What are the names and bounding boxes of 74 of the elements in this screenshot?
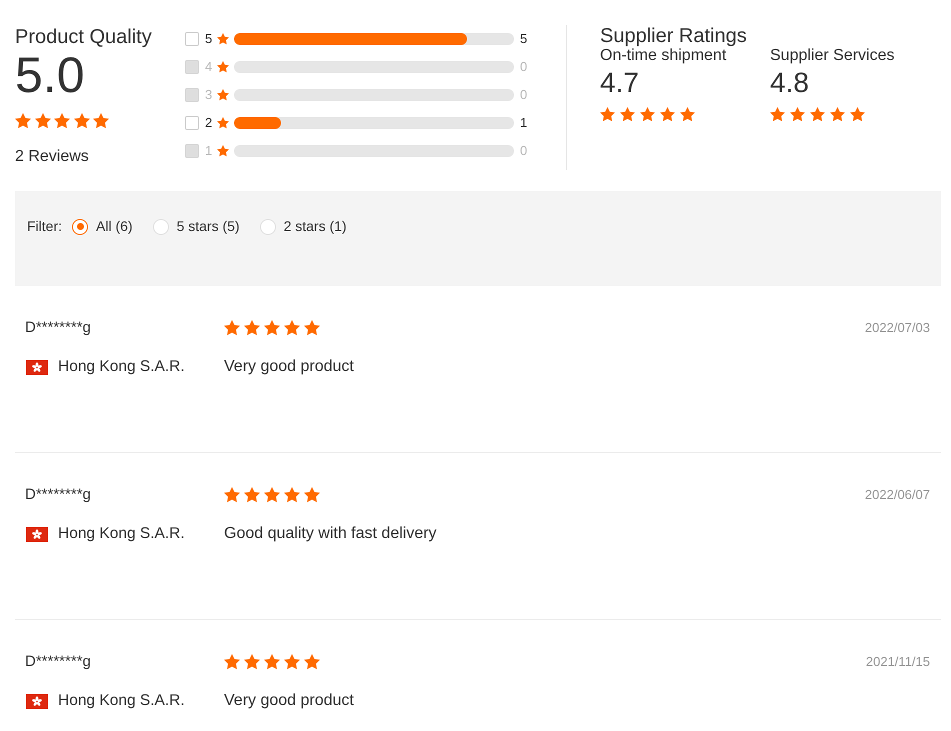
flag-icon xyxy=(26,526,48,542)
rating-count: 0 xyxy=(520,59,528,75)
star-icon xyxy=(850,107,865,122)
star-icon xyxy=(217,117,229,129)
star-level-label: 4 xyxy=(205,59,213,75)
country-name: Hong Kong S.A.R. xyxy=(58,691,185,711)
star-icon xyxy=(217,33,229,45)
star-icon xyxy=(284,320,300,336)
flag-icon xyxy=(26,694,48,708)
star-icon xyxy=(680,107,695,122)
star-icon xyxy=(74,113,90,128)
star-icon xyxy=(217,89,229,101)
star-icon xyxy=(217,61,229,73)
star-icon xyxy=(264,320,280,336)
score-value: 5.0 xyxy=(15,50,85,100)
rating-count: 0 xyxy=(520,143,528,159)
star-icon xyxy=(640,107,655,122)
star-icon xyxy=(244,487,260,503)
review-comment: Very good product xyxy=(224,691,354,711)
star-icon xyxy=(264,654,280,670)
rating-label: Supplier Services xyxy=(770,48,894,64)
reviewer-name: D********g xyxy=(25,486,91,504)
score-value: 4.7 xyxy=(600,67,639,99)
rating-count: 5 xyxy=(520,31,528,47)
star-icon xyxy=(34,113,50,128)
star-icon xyxy=(244,654,260,670)
review-comment: Good quality with fast delivery xyxy=(224,524,437,544)
star-icon xyxy=(790,107,805,122)
star-level-label: 1 xyxy=(205,143,213,159)
star-icon xyxy=(264,487,280,503)
section-title: Product Quality xyxy=(15,25,152,49)
filter-label: Filter: xyxy=(27,218,62,235)
star-icon xyxy=(284,487,300,503)
star-icon xyxy=(304,320,320,336)
star-icon xyxy=(224,320,240,336)
checkbox[interactable] xyxy=(185,32,199,46)
filter-option[interactable]: 2 stars (1) xyxy=(260,218,347,235)
star-icon xyxy=(810,107,825,122)
review-date: 2022/06/07 xyxy=(864,487,930,503)
star-level-label: 3 xyxy=(205,87,213,103)
checkbox[interactable] xyxy=(185,116,199,130)
reviewer-name: D********g xyxy=(25,319,91,337)
star-icon xyxy=(620,107,635,122)
star-icon xyxy=(304,654,320,670)
reviewer-name: D********g xyxy=(25,653,91,671)
star-level-label: 2 xyxy=(205,115,213,131)
score-value: 4.8 xyxy=(770,67,809,99)
star-level-label: 5 xyxy=(205,31,213,47)
review-date: 2021/11/15 xyxy=(866,654,930,670)
star-icon xyxy=(830,107,845,122)
star-icon xyxy=(224,654,240,670)
filter-option[interactable]: 5 stars (5) xyxy=(152,218,240,235)
star-icon xyxy=(770,107,785,122)
section-title: Supplier Ratings xyxy=(600,25,747,47)
flag-icon xyxy=(26,360,48,374)
country-name: Hong Kong S.A.R. xyxy=(58,524,185,544)
rating-label: On-time shipment xyxy=(600,48,726,64)
rating-count: 0 xyxy=(520,87,528,103)
star-icon xyxy=(93,113,109,128)
rating-count: 1 xyxy=(520,115,528,131)
star-icon xyxy=(15,113,31,128)
star-icon xyxy=(284,654,300,670)
star-icon xyxy=(217,145,229,157)
star-icon xyxy=(304,487,320,503)
star-icon xyxy=(660,107,675,122)
star-icon xyxy=(54,113,70,128)
star-icon xyxy=(600,107,615,122)
review-count: 2 Reviews xyxy=(15,147,89,168)
review-date: 2022/07/03 xyxy=(864,320,930,336)
country-name: Hong Kong S.A.R. xyxy=(58,357,185,377)
star-icon xyxy=(244,320,260,336)
star-icon xyxy=(224,487,240,503)
filter-option[interactable]: All (6) xyxy=(72,218,133,235)
review-comment: Very good product xyxy=(224,357,354,377)
